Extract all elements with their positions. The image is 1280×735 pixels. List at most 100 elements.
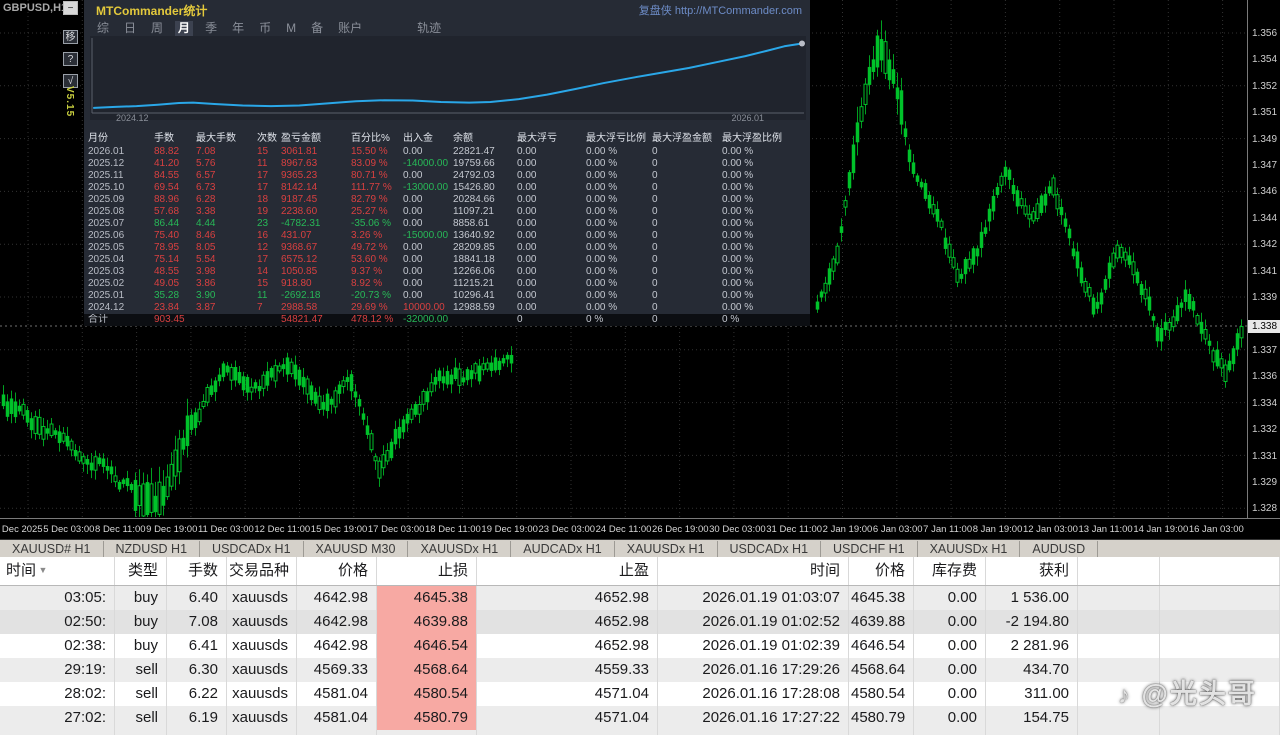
chart-tab-xauusd-h1[interactable]: XAUUSD# H1: [0, 541, 104, 558]
stats-cell: 0: [652, 206, 722, 218]
stats-cell: 9187.45: [281, 194, 351, 206]
stats-cell: 2025.12: [88, 158, 154, 170]
stats-cell: 0.00 %: [722, 254, 810, 266]
chart-tab-usdcadx-h1[interactable]: USDCADx H1: [718, 541, 822, 558]
stats-cell: 0.00 %: [586, 242, 652, 254]
trade-cell: 2026.01.19 01:02:39: [658, 634, 849, 658]
price-tick-label: 1.337: [1252, 345, 1277, 356]
chart-tab-audcadx-h1[interactable]: AUDCADx H1: [511, 541, 615, 558]
stats-row: 2025.0578.958.05129368.6749.72 %0.002820…: [84, 242, 810, 254]
trade-row[interactable]: :02:38buy6.41xauusds4642.984646.544652.9…: [0, 634, 1280, 658]
trade-row[interactable]: :03:05buy6.40xauusds4642.984645.384652.9…: [0, 586, 1280, 610]
chart-tab-xauusdx-h1[interactable]: XAUUSDx H1: [918, 541, 1021, 558]
stats-row: 2025.1184.556.57179365.2380.71 %0.002479…: [84, 170, 810, 182]
panel-menu-item-币[interactable]: 币: [256, 21, 274, 36]
trade-header-cell[interactable]: 价格: [849, 557, 914, 585]
stats-cell: 0: [652, 278, 722, 290]
trade-cell: [1078, 586, 1160, 610]
trade-header-cell[interactable]: 交易品种: [227, 557, 297, 585]
stats-cell: 8.46: [196, 230, 257, 242]
chart-tab-xauusdx-h1[interactable]: XAUUSDx H1: [615, 541, 718, 558]
trade-header-cell[interactable]: 时间: [658, 557, 849, 585]
trade-row[interactable]: :27:02sell6.19xauusds4581.044580.794571.…: [0, 706, 1280, 730]
stats-cell: 0: [652, 290, 722, 302]
chart-tab-xauusd-m30[interactable]: XAUUSD M30: [304, 541, 409, 558]
stats-cell: 78.95: [154, 242, 196, 254]
panel-brand-link[interactable]: 复盘侠 http://MTCommander.com: [639, 2, 802, 18]
trade-header-cell[interactable]: 类型: [115, 557, 167, 585]
stats-cell: 0.00: [403, 242, 453, 254]
price-axis[interactable]: 1.3561.3541.3521.3511.3491.3471.3461.344…: [1247, 0, 1280, 518]
stats-cell: 20284.66: [453, 194, 517, 206]
price-tick-label: 1.341: [1252, 266, 1277, 277]
move-panel-button[interactable]: 移: [63, 30, 78, 44]
minimize-panel-button[interactable]: −: [63, 1, 78, 15]
price-tick-label: 1.349: [1252, 134, 1277, 145]
price-tick-label: 1.331: [1252, 451, 1277, 462]
stats-cell: 0.00 %: [722, 182, 810, 194]
stats-cell: 12988.59: [453, 302, 517, 314]
chart-tab-nzdusd-h1[interactable]: NZDUSD H1: [104, 541, 201, 558]
stats-cell: 23.84: [154, 302, 196, 314]
price-tick-label: 1.351: [1252, 107, 1277, 118]
stats-cell: 0.00 %: [722, 230, 810, 242]
panel-menu-item-M[interactable]: M: [283, 21, 299, 36]
time-axis-label: 8 Dec 11:00: [95, 524, 146, 535]
trade-cell: :28:02: [0, 682, 115, 706]
trade-header-cell[interactable]: 获利: [986, 557, 1078, 585]
trade-cell: buy: [115, 610, 167, 634]
trade-header-cell[interactable]: 价格: [297, 557, 377, 585]
stats-cell: 0.00 %: [586, 182, 652, 194]
sort-icon[interactable]: ▼: [36, 565, 47, 575]
trade-row[interactable]: :29:19sell6.30xauusds4569.334568.644559.…: [0, 658, 1280, 682]
stats-total-cell: 0 %: [586, 314, 652, 326]
stats-row: 2025.0786.444.4423-4782.31-35.06 %0.0088…: [84, 218, 810, 230]
stats-cell: 0: [652, 170, 722, 182]
chart-tab-audusd[interactable]: AUDUSD: [1020, 541, 1098, 558]
help-button[interactable]: ?: [63, 52, 78, 66]
trade-header-cell[interactable]: [1078, 557, 1160, 585]
chart-tab-usdcadx-h1[interactable]: USDCADx H1: [200, 541, 304, 558]
panel-menu-item-轨迹[interactable]: 轨迹: [414, 21, 444, 36]
stats-cell: 0.00 %: [586, 302, 652, 314]
trade-header-cell[interactable]: 库存费: [914, 557, 986, 585]
stats-cell: 6575.12: [281, 254, 351, 266]
trade-cell: [377, 730, 477, 735]
trade-row[interactable]: :28:02sell6.22xauusds4581.044580.544571.…: [0, 682, 1280, 706]
chart-tab-xauusdx-h1[interactable]: XAUUSDx H1: [408, 541, 511, 558]
panel-menu-item-备[interactable]: 备: [308, 21, 326, 36]
stats-cell: 4.44: [196, 218, 257, 230]
stats-cell: 83.09 %: [351, 158, 403, 170]
time-axis[interactable]: 3 Dec 20255 Dec 03:008 Dec 11:009 Dec 19…: [0, 518, 1280, 539]
stats-header-cell: 月份: [88, 132, 154, 146]
panel-menu-item-综[interactable]: 综: [94, 21, 112, 36]
trade-header-cell[interactable]: 止盈: [477, 557, 658, 585]
stats-cell: 2988.58: [281, 302, 351, 314]
chart-tab-usdchf-h1[interactable]: USDCHF H1: [821, 541, 918, 558]
trade-cell: [658, 730, 849, 735]
trade-cell: 4559.33: [477, 658, 658, 682]
panel-menu-item-账户[interactable]: 账户: [335, 21, 365, 36]
panel-menu-item-日[interactable]: 日: [121, 21, 139, 36]
trade-header-cell[interactable]: 手数: [167, 557, 227, 585]
stats-cell: 75.40: [154, 230, 196, 242]
stats-cell: 0: [652, 194, 722, 206]
time-axis-label: 3 Dec 2025: [0, 524, 43, 535]
panel-menu-item-周[interactable]: 周: [148, 21, 166, 36]
trade-cell: 4580.79: [849, 706, 914, 730]
trade-row[interactable]: :02:50buy7.08xauusds4642.984639.884652.9…: [0, 610, 1280, 634]
panel-menu-item-月[interactable]: 月: [175, 21, 193, 36]
stats-cell: 0.00 %: [586, 254, 652, 266]
trade-header-cell[interactable]: 时间 ▼: [0, 557, 115, 585]
stats-cell: 80.71 %: [351, 170, 403, 182]
stats-cell: 7: [257, 302, 281, 314]
trade-header-cell[interactable]: 止损: [377, 557, 477, 585]
trade-cell: 4568.64: [377, 658, 477, 682]
trade-header-cell[interactable]: [1160, 557, 1280, 585]
trade-cell: 4652.98: [477, 610, 658, 634]
stats-cell: 0.00 %: [586, 194, 652, 206]
stats-cell: 2025.09: [88, 194, 154, 206]
panel-menu-item-年[interactable]: 年: [229, 21, 247, 36]
panel-menu-item-季[interactable]: 季: [202, 21, 220, 36]
trade-cell: 2026.01.19 01:03:07: [658, 586, 849, 610]
